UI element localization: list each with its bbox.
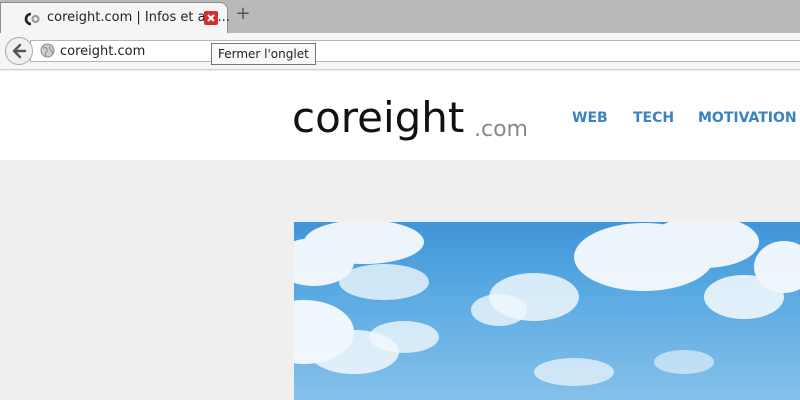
browser-tab[interactable]: coreight.com | Infos et ast... [0, 2, 230, 33]
back-button[interactable] [5, 37, 33, 65]
logo-suffix: .com [474, 117, 528, 142]
nav-link-web[interactable]: WEB [572, 110, 608, 126]
close-tab-tooltip: Fermer l'onglet [211, 43, 316, 65]
sky-clouds-picture [294, 222, 800, 386]
nav-link-tech[interactable]: TECH [633, 110, 674, 126]
hero-image [294, 222, 800, 400]
logo-main: coreight [292, 93, 464, 142]
navigation-toolbar: coreight.com [0, 33, 800, 70]
back-arrow-icon [12, 43, 27, 59]
coreight-favicon-icon [24, 12, 40, 26]
close-tab-icon[interactable] [204, 11, 218, 25]
globe-icon[interactable] [40, 43, 55, 58]
new-tab-button[interactable]: + [234, 5, 252, 23]
tab-strip: coreight.com | Infos et ast... + [0, 0, 800, 33]
site-header: coreight .com WEB TECH MOTIVATION [0, 71, 800, 160]
site-logo[interactable]: coreight .com [292, 78, 542, 154]
nav-link-motivation[interactable]: MOTIVATION [698, 110, 797, 126]
url-text[interactable]: coreight.com [60, 44, 145, 59]
address-bar[interactable]: coreight.com [30, 40, 800, 62]
tab-title: coreight.com | Infos et ast... [47, 10, 230, 25]
